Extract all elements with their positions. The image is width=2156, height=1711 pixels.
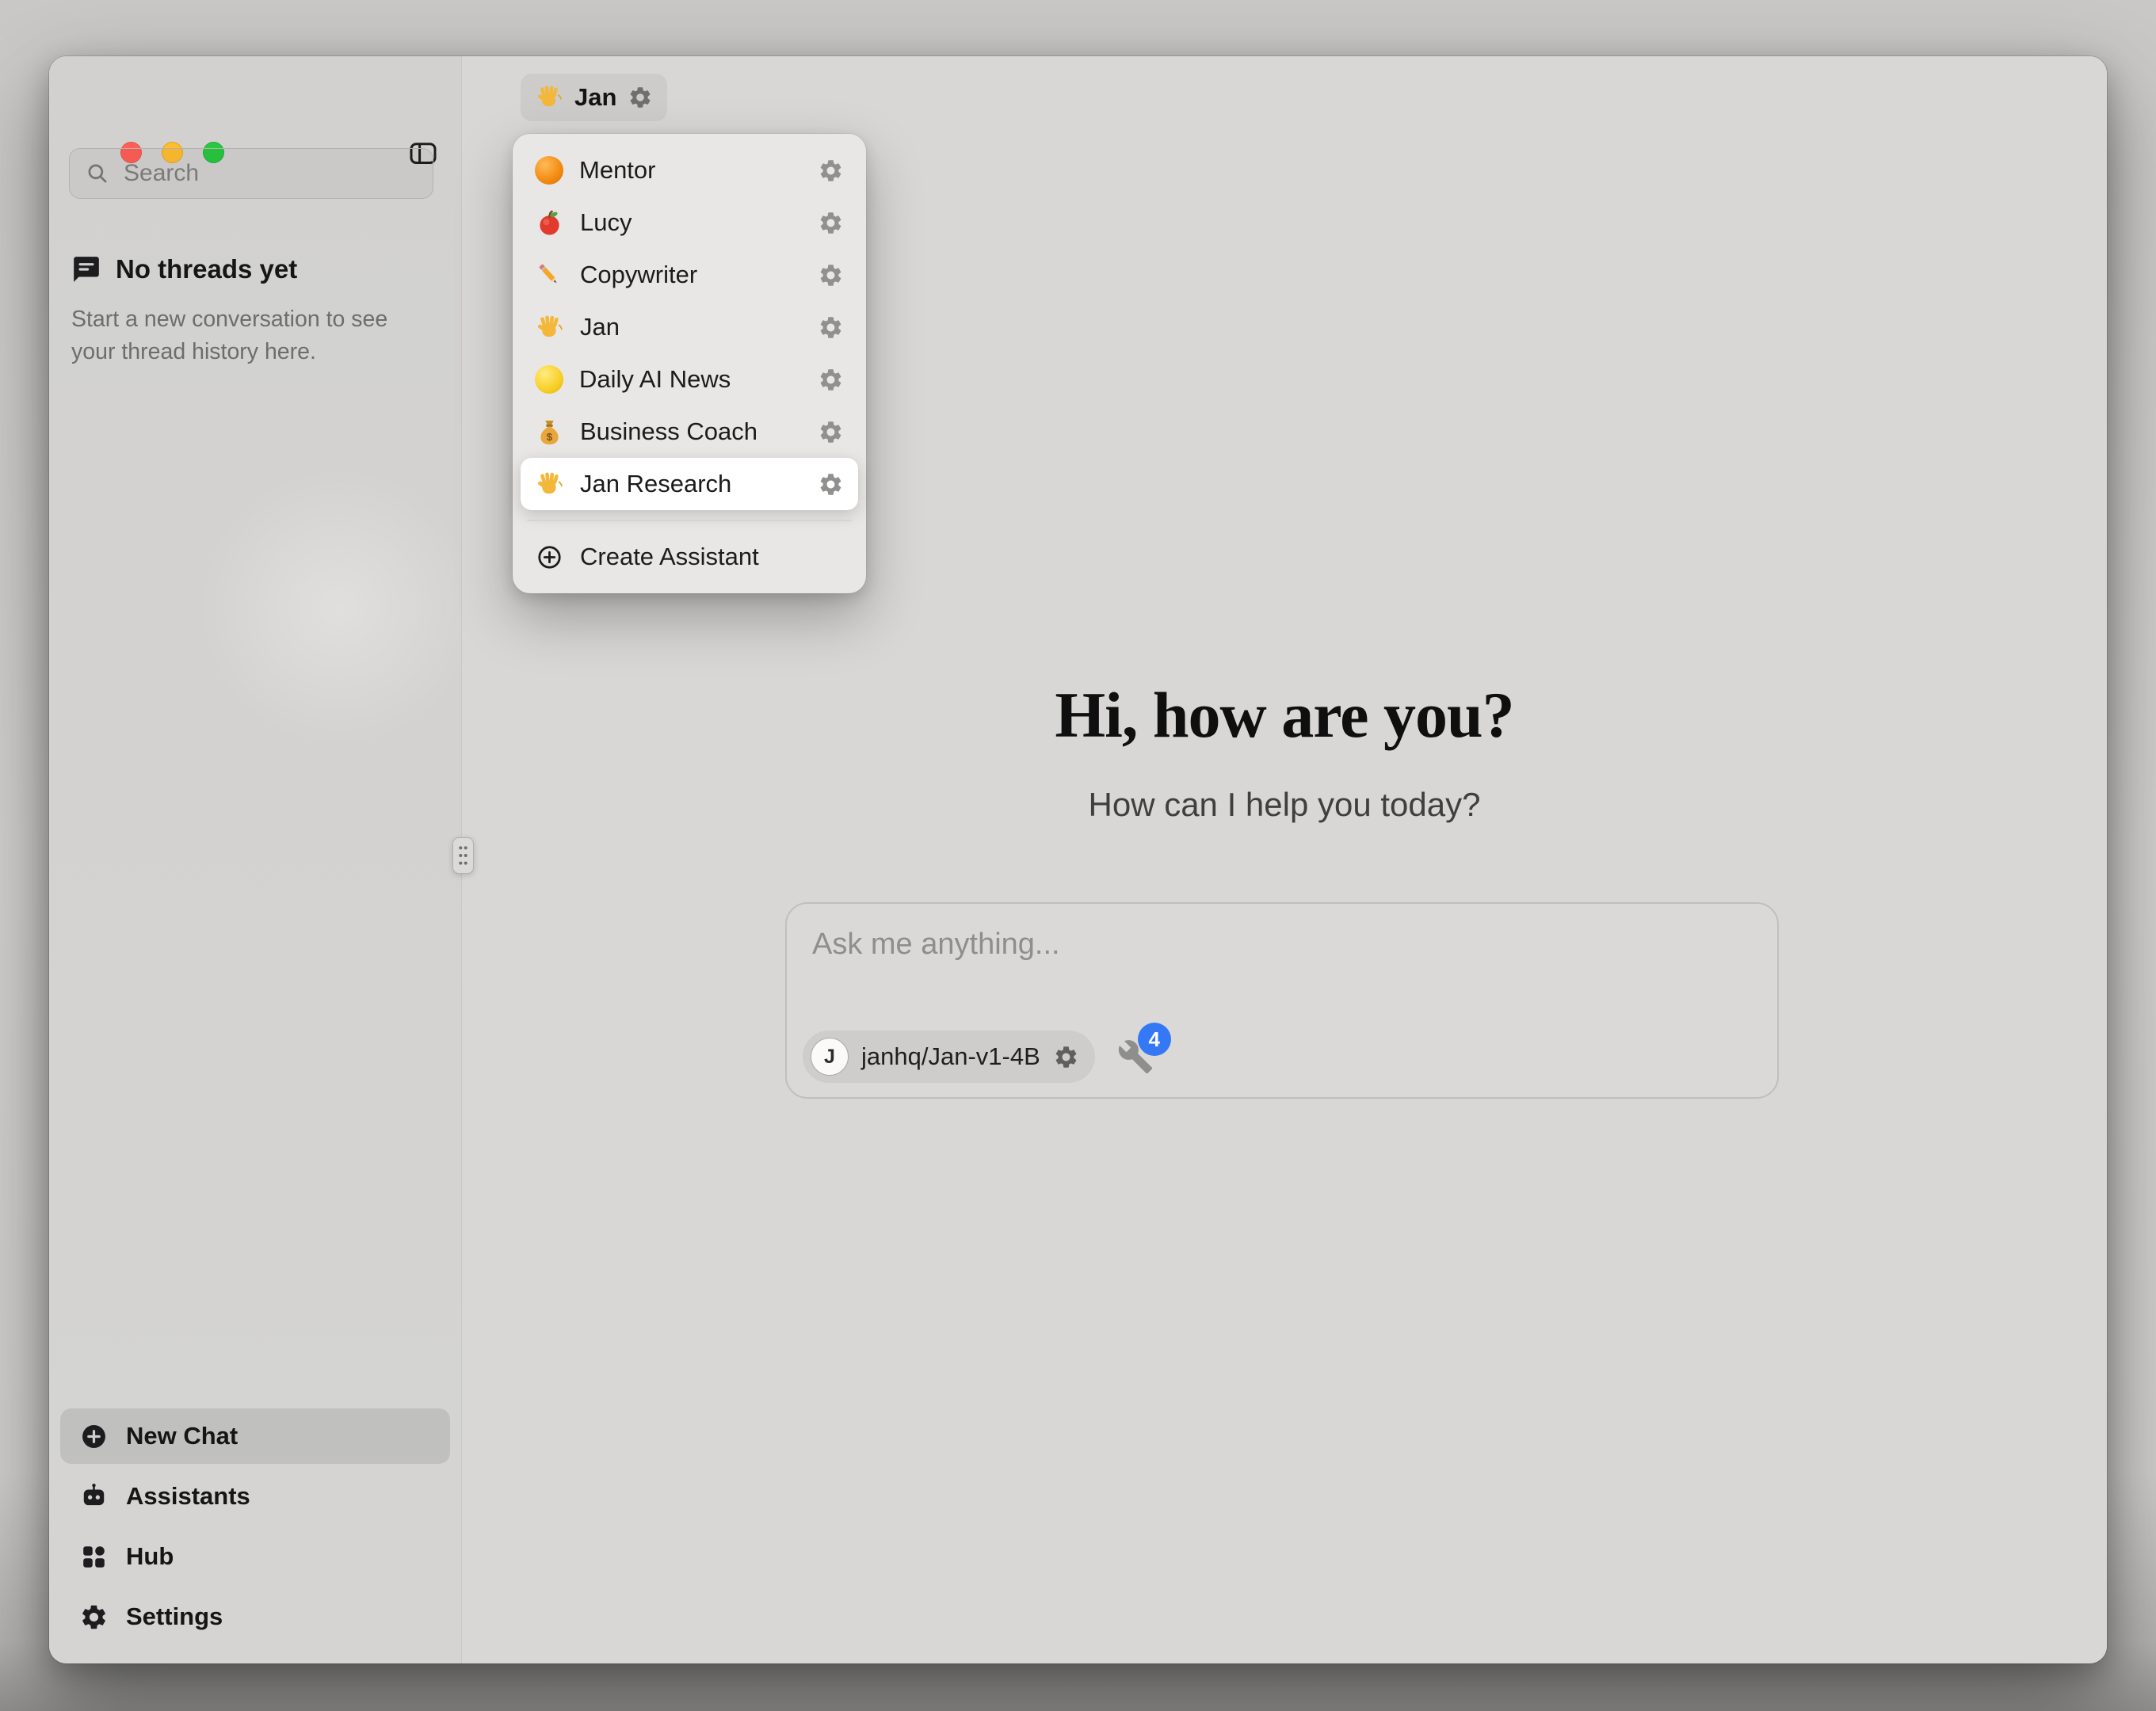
greeting-title: Hi, how are you? [462,678,2107,753]
sidebar-nav: New Chat Assistants Hub Settings [60,1408,450,1644]
tools-button[interactable]: 4 [1117,1038,1154,1075]
greeting: Hi, how are you? How can I help you toda… [462,678,2107,824]
gear-icon[interactable] [818,262,844,288]
plus-circle-icon [535,543,564,572]
nav-label: New Chat [126,1422,238,1450]
assistant-label: Business Coach [580,417,802,446]
create-assistant-button[interactable]: Create Assistant [521,531,858,583]
wave-hand-icon [535,470,564,499]
assistant-menu-item-business-coach[interactable]: Business Coach [521,406,858,458]
chat-input[interactable] [811,926,1753,1002]
threads-empty-state: No threads yet Start a new conversation … [71,254,420,369]
sidebar-item-settings[interactable]: Settings [60,1589,450,1644]
gear-icon [79,1602,109,1632]
wave-hand-icon [535,313,564,342]
nav-label: Hub [126,1542,174,1571]
assistant-label: Jan Research [580,470,802,498]
assistant-label: Copywriter [580,261,802,289]
gear-icon[interactable] [818,314,844,341]
create-assistant-label: Create Assistant [580,543,844,571]
main-area: Jan Mentor Lucy Copywriter Jan [461,56,2107,1663]
menu-divider [527,520,852,521]
assistant-menu-item-jan-research[interactable]: Jan Research [521,458,858,510]
gear-icon[interactable] [818,419,844,445]
empty-state-description: Start a new conversation to see your thr… [71,303,415,369]
drag-dots-icon [457,844,469,867]
assistant-name: Jan [574,83,616,112]
sidebar-item-assistants[interactable]: Assistants [60,1469,450,1524]
assistant-label: Daily AI News [579,365,802,394]
gear-icon[interactable] [1053,1044,1079,1070]
gear-icon[interactable] [818,210,844,236]
assistant-label: Lucy [580,208,802,237]
nav-label: Assistants [126,1482,250,1511]
hub-grid-icon [79,1542,109,1572]
search-input[interactable] [122,159,418,188]
greeting-subtitle: How can I help you today? [462,786,2107,824]
gear-icon[interactable] [818,471,844,497]
sidebar-item-hub[interactable]: Hub [60,1529,450,1584]
new-chat-plus-icon [79,1422,109,1451]
assistant-menu-item-mentor[interactable]: Mentor [521,144,858,196]
wave-hand-icon [535,83,563,112]
assistant-menu-item-jan[interactable]: Jan [521,301,858,353]
assistant-selector[interactable]: Jan [521,74,667,121]
money-bag-icon [535,417,564,447]
model-name: janhq/Jan-v1-4B [861,1042,1040,1071]
pencil-icon [535,261,564,290]
chat-bubble-icon [71,254,101,284]
orange-circle-icon [535,156,563,185]
model-avatar: J [811,1038,849,1076]
assistant-menu-item-daily-ai-news[interactable]: Daily AI News [521,353,858,406]
composer-toolbar: J janhq/Jan-v1-4B 4 [803,1031,1154,1083]
yellow-circle-icon [535,365,563,394]
sidebar: No threads yet Start a new conversation … [49,56,461,1663]
assistant-menu: Mentor Lucy Copywriter Jan Daily AI News [513,134,866,593]
nav-label: Settings [126,1602,223,1631]
apple-icon [535,208,564,238]
sidebar-item-new-chat[interactable]: New Chat [60,1408,450,1464]
model-selector[interactable]: J janhq/Jan-v1-4B [803,1031,1095,1083]
assistant-label: Jan [580,313,802,341]
empty-state-title: No threads yet [116,254,297,284]
assistant-menu-item-copywriter[interactable]: Copywriter [521,249,858,301]
sidebar-resize-handle[interactable] [452,837,474,874]
search-field[interactable] [69,148,433,199]
assistants-icon [79,1482,109,1511]
assistant-label: Mentor [579,156,802,185]
gear-icon[interactable] [628,85,653,110]
gear-icon[interactable] [818,158,844,184]
chat-composer[interactable]: J janhq/Jan-v1-4B 4 [785,902,1779,1099]
gear-icon[interactable] [818,367,844,393]
search-icon [84,160,111,187]
app-window: No threads yet Start a new conversation … [49,56,2107,1663]
assistant-menu-item-lucy[interactable]: Lucy [521,196,858,249]
tools-count-badge: 4 [1138,1023,1171,1056]
